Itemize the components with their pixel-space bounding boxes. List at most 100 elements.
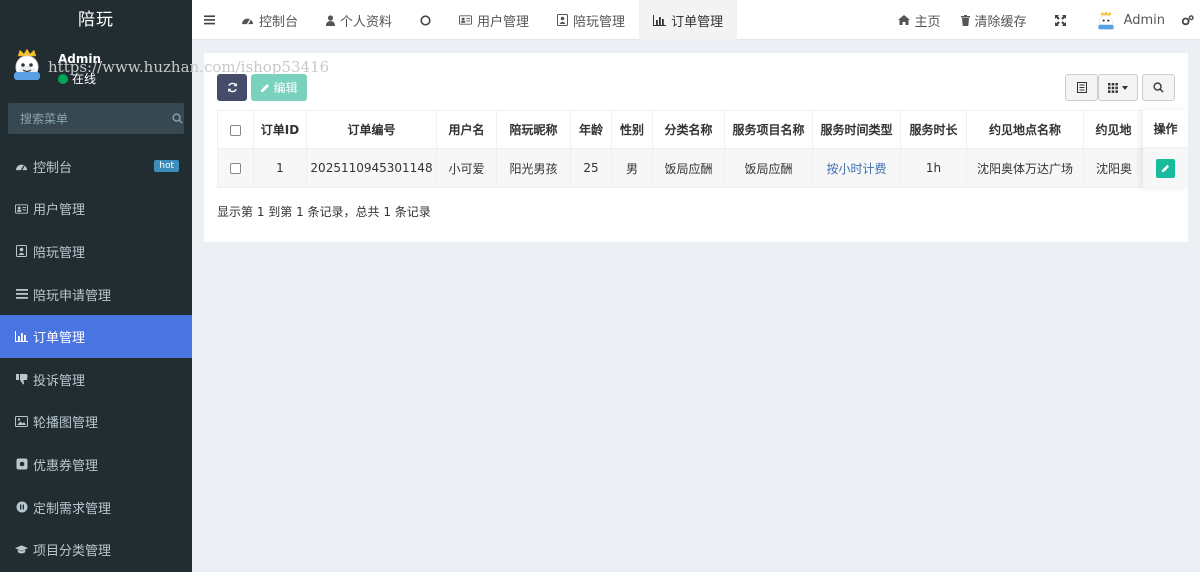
admin-label: Admin — [1123, 12, 1165, 28]
table-cell: 小可爱 — [436, 148, 497, 188]
pencil-icon — [1161, 164, 1170, 172]
home-link[interactable]: 主页 — [888, 0, 951, 40]
user-status-label: 在线 — [72, 72, 97, 86]
id-card-icon — [459, 15, 473, 25]
table-cell[interactable]: 按小时计费 — [812, 148, 901, 188]
tab-dashboard[interactable]: 控制台 — [227, 0, 312, 40]
col-header[interactable]: 订单编号 — [306, 110, 437, 149]
columns-dropdown-button[interactable] — [1098, 74, 1138, 101]
tab-label: 陪玩管理 — [573, 14, 626, 30]
dashboard-icon — [15, 160, 28, 173]
sidebar-item-label: 优惠券管理 — [33, 458, 99, 474]
col-header[interactable]: 约见地 — [1083, 110, 1144, 149]
table-cell: 饭局应酬 — [724, 148, 813, 188]
sidebar: 陪玩 Admin 在线 控制台 hot 用户管理 — [0, 0, 192, 572]
tab-users[interactable]: 用户管理 — [445, 0, 543, 40]
sidebar-item-label: 订单管理 — [33, 331, 86, 347]
sidebar-item-categories[interactable]: 项目分类管理 — [0, 528, 192, 571]
sidebar-item-orders[interactable]: 订单管理 — [0, 315, 192, 358]
table-cell: 沈阳奥 — [1083, 148, 1144, 188]
sidebar-item-custom-requests[interactable]: 定制需求管理 — [0, 486, 192, 529]
table-row[interactable]: 1 2025110945301148 小可爱 阳光男孩 25 男 饭局应酬 饭局… — [217, 148, 1144, 188]
tab-orders[interactable]: 订单管理 — [639, 0, 738, 40]
tab-label: 个人资料 — [340, 14, 393, 30]
table-cell: 饭局应酬 — [652, 148, 725, 188]
table-search-button[interactable] — [1142, 74, 1175, 101]
table-cell: 阳光男孩 — [496, 148, 571, 188]
tab-label: 控制台 — [259, 14, 299, 30]
sidebar-toggle-button[interactable] — [192, 0, 227, 40]
circle-icon — [420, 14, 431, 26]
tab-blank[interactable] — [406, 0, 445, 40]
sidebar-item-applications[interactable]: 陪玩申请管理 — [0, 273, 192, 316]
sidebar-item-users[interactable]: 用户管理 — [0, 188, 192, 231]
col-header: 操作 — [1143, 110, 1188, 148]
tab-profile[interactable]: 个人资料 — [312, 0, 406, 40]
online-dot-icon — [58, 73, 68, 84]
orders-table: 订单ID 订单编号 用户名 陪玩昵称 年龄 性别 分类名称 服务项目名称 服务时… — [217, 110, 1144, 188]
coupon-icon — [15, 458, 28, 471]
col-header[interactable]: 陪玩昵称 — [496, 110, 571, 149]
col-header[interactable]: 服务项目名称 — [724, 110, 813, 149]
gears-icon — [1181, 14, 1194, 25]
clear-cache-button[interactable]: 清除缓存 — [951, 0, 1037, 40]
dashboard-icon — [242, 18, 253, 24]
bar-chart-icon — [15, 330, 28, 343]
col-header[interactable]: 服务时间类型 — [812, 110, 901, 149]
col-header[interactable]: 服务时长 — [900, 110, 967, 149]
sidebar-item-dashboard[interactable]: 控制台 hot — [0, 145, 192, 188]
col-header[interactable]: 年龄 — [570, 110, 612, 149]
sidebar-item-label: 控制台 — [33, 160, 73, 176]
sidebar-item-coupons[interactable]: 优惠券管理 — [0, 443, 192, 486]
col-header[interactable]: 用户名 — [436, 110, 497, 149]
sidebar-item-label: 陪玩申请管理 — [33, 288, 112, 304]
list-view-icon — [1076, 82, 1087, 93]
sidebar-item-label: 陪玩管理 — [33, 245, 86, 261]
orders-panel: 编辑 订单ID 订单编号 用户名 陪玩昵称 年龄 性别 分类名称 服务项目名称 … — [204, 53, 1188, 242]
table-cell: 2025110945301148 — [306, 148, 437, 188]
table-header-row: 订单ID 订单编号 用户名 陪玩昵称 年龄 性别 分类名称 服务项目名称 服务时… — [217, 110, 1144, 149]
portrait-icon — [15, 245, 28, 258]
sidebar-menu: 控制台 hot 用户管理 陪玩管理 陪玩申请管理 订单管理 投诉管理 轮播图管理 — [0, 145, 192, 571]
sidebar-item-banners[interactable]: 轮播图管理 — [0, 401, 192, 444]
row-checkbox[interactable] — [230, 163, 241, 174]
tab-label: 用户管理 — [477, 14, 530, 30]
admin-menu[interactable]: Admin — [1084, 0, 1177, 40]
tab-companions[interactable]: 陪玩管理 — [543, 0, 639, 40]
nav-tabs: 控制台 个人资料 用户管理 陪玩管理 订单管理 — [192, 0, 738, 40]
fullscreen-button[interactable] — [1037, 0, 1084, 40]
edit-button[interactable]: 编辑 — [251, 74, 307, 101]
thumbs-down-icon — [15, 373, 28, 386]
image-icon — [15, 415, 28, 428]
portrait-icon — [557, 14, 569, 26]
col-header[interactable]: 订单ID — [253, 110, 307, 149]
settings-button[interactable] — [1177, 0, 1200, 40]
tab-label: 订单管理 — [671, 14, 724, 30]
sidebar-item-companions[interactable]: 陪玩管理 — [0, 230, 192, 273]
select-all-header — [217, 110, 254, 149]
user-name: Admin — [58, 52, 102, 66]
home-icon — [897, 15, 910, 25]
refresh-button[interactable] — [217, 74, 247, 101]
pencil-icon — [261, 83, 270, 92]
sidebar-item-complaints[interactable]: 投诉管理 — [0, 358, 192, 401]
table-cell: 1 — [253, 148, 307, 188]
top-navbar: 控制台 个人资料 用户管理 陪玩管理 订单管理 主页 清除缓存 Admin — [192, 0, 1200, 40]
select-all-checkbox[interactable] — [230, 124, 241, 136]
sidebar-item-label: 项目分类管理 — [33, 544, 112, 560]
table-cell: 25 — [570, 148, 612, 188]
row-edit-button[interactable] — [1156, 158, 1175, 178]
grid-icon — [1108, 82, 1118, 93]
col-header[interactable]: 分类名称 — [652, 110, 725, 149]
toggle-view-button[interactable] — [1065, 74, 1098, 101]
sidebar-item-label: 定制需求管理 — [33, 501, 112, 517]
search-icon[interactable] — [170, 103, 184, 134]
graduation-cap-icon — [15, 543, 28, 556]
refresh-icon — [227, 82, 237, 93]
brand-title[interactable]: 陪玩 — [0, 0, 192, 40]
col-header[interactable]: 约见地点名称 — [966, 110, 1084, 149]
nav-right: 主页 清除缓存 Admin — [888, 0, 1200, 40]
col-header[interactable]: 性别 — [611, 110, 653, 149]
menu-search-input[interactable] — [8, 111, 170, 126]
sidebar-item-label: 轮播图管理 — [33, 416, 99, 432]
